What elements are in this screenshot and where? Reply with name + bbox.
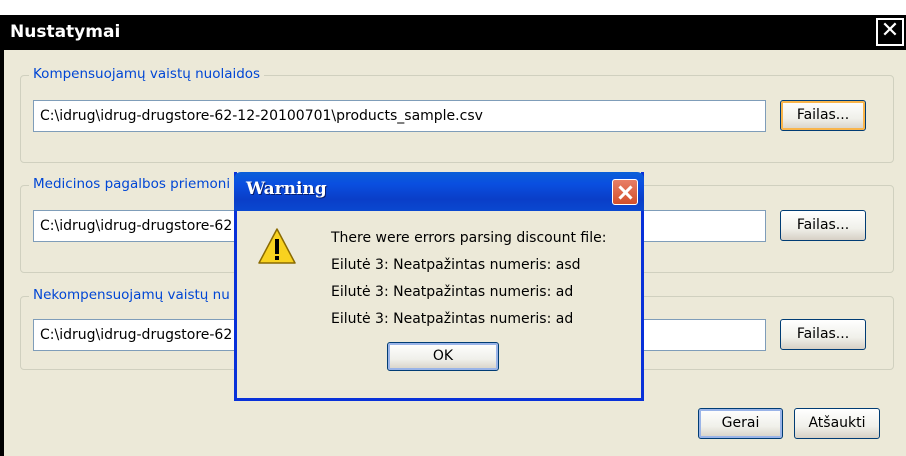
group-label: Nekompensuojamų vaistų nu <box>29 287 234 303</box>
settings-title-bar[interactable]: Nustatymai <box>0 15 906 50</box>
warning-title-bar[interactable]: Warning <box>234 172 644 211</box>
browse-file-button[interactable]: Failas... <box>780 100 866 131</box>
compensated-drugs-group: Kompensuojamų vaistų nuolaidos C:\idrug\… <box>20 66 894 163</box>
compensated-path-field[interactable]: C:\idrug\idrug-drugstore-62-12-20100701\… <box>33 100 766 132</box>
window-border <box>0 50 4 456</box>
warning-message-line: There were errors parsing discount file: <box>331 230 607 246</box>
warning-triangle-icon <box>258 228 296 264</box>
ok-button[interactable]: Gerai <box>698 408 783 439</box>
warning-message-line: Eilutė 3: Neatpažintas numeris: asd <box>331 257 581 273</box>
warning-message-line: Eilutė 3: Neatpažintas numeris: ad <box>331 284 574 300</box>
settings-close-icon[interactable]: ✕ <box>876 18 904 46</box>
warning-title: Warning <box>246 179 327 199</box>
group-label: Medicinos pagalbos priemoni <box>29 176 235 192</box>
browse-file-button[interactable]: Failas... <box>780 319 866 350</box>
warning-message-line: Eilutė 3: Neatpažintas numeris: ad <box>331 311 574 327</box>
settings-title: Nustatymai <box>10 22 121 42</box>
close-icon[interactable] <box>612 179 638 205</box>
group-label: Kompensuojamų vaistų nuolaidos <box>29 66 265 82</box>
warning-dialog: Warning There were errors parsing discou… <box>234 172 644 401</box>
browse-file-button[interactable]: Failas... <box>780 210 866 241</box>
warning-ok-button[interactable]: OK <box>387 342 499 371</box>
cancel-button[interactable]: Atšaukti <box>794 408 880 439</box>
